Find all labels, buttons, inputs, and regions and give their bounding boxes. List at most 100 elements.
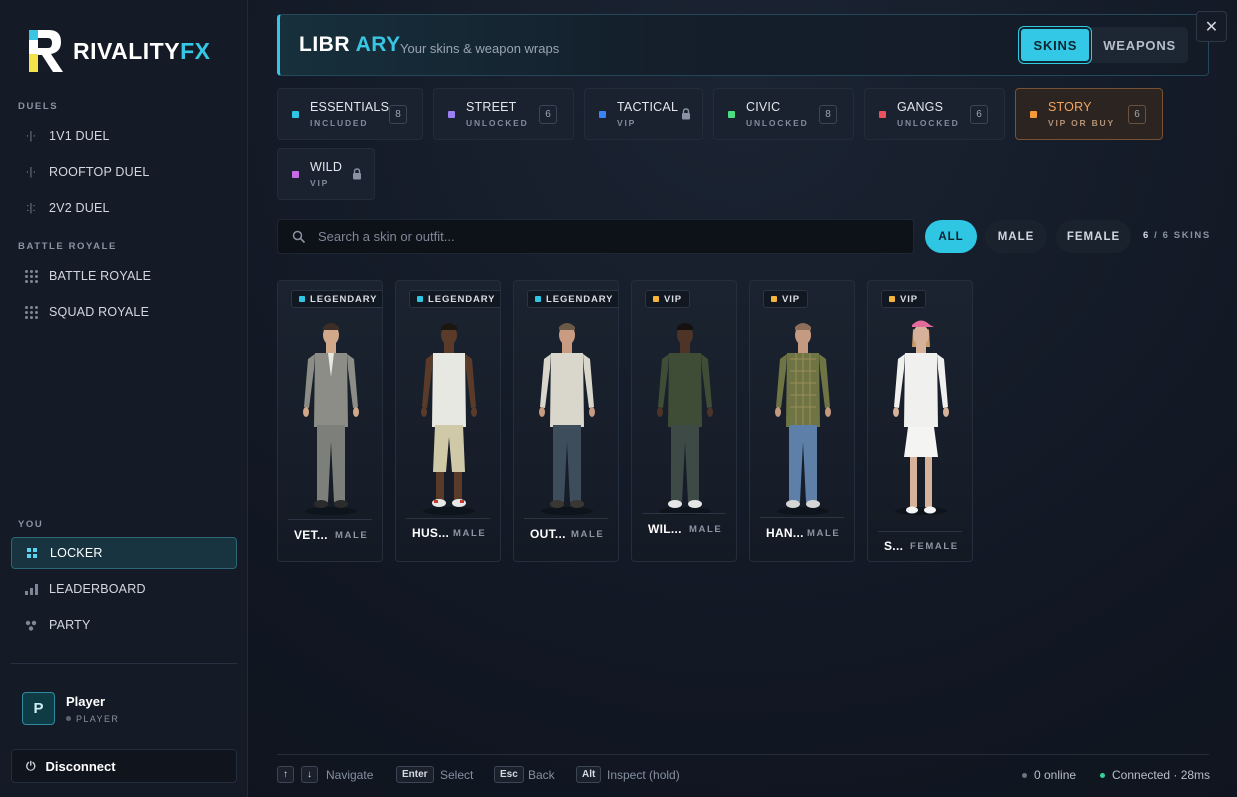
key-alt: Alt — [576, 766, 602, 783]
bar-chart-icon — [23, 582, 39, 596]
skin-figure-icon — [303, 323, 359, 515]
sidebar: RIVALITYFX DUELS ·|· 1V1 DUEL ·|· ROOFTO… — [0, 0, 248, 797]
skin-card[interactable]: VIP S... FEMALE — [867, 280, 973, 562]
sidebar-item-leaderboard[interactable]: LEADERBOARD — [11, 573, 237, 605]
sidebar-item-1v1-duel[interactable]: ·|· 1V1 DUEL — [11, 120, 237, 152]
tier-badge: LEGENDARY — [291, 290, 382, 308]
close-icon: ✕ — [1204, 18, 1219, 36]
close-button[interactable]: ✕ — [1196, 11, 1227, 42]
card-divider — [524, 518, 608, 519]
skin-figure-icon — [421, 323, 477, 515]
skin-card[interactable]: VIP WIL... MALE — [631, 280, 737, 562]
tier-badge: LEGENDARY — [527, 290, 618, 308]
card-divider — [878, 531, 962, 532]
grid-squares-icon — [24, 546, 40, 560]
sidebar-item-2v2-duel[interactable]: :|: 2V2 DUEL — [11, 192, 237, 224]
section-label-you: YOU — [18, 519, 44, 530]
online-status: 0 online — [1022, 768, 1076, 782]
tier-color-icon — [653, 296, 659, 302]
filter-male-button[interactable]: MALE — [985, 220, 1047, 253]
skin-figure-icon — [775, 323, 831, 515]
category-tactical[interactable]: TACTICAL VIP — [584, 88, 703, 140]
category-wild[interactable]: WILD VIP — [277, 148, 375, 200]
tier-color-icon — [299, 296, 305, 302]
tab-skins[interactable]: SKINS — [1019, 27, 1092, 63]
player-card: P Player PLAYER — [22, 692, 119, 725]
category-name: GANGS — [897, 100, 944, 114]
hint-select: Select — [440, 768, 474, 782]
status-dot-icon — [1100, 772, 1105, 778]
footer-divider — [277, 754, 1209, 755]
sidebar-item-rooftop-duel[interactable]: ·|· ROOFTOP DUEL — [11, 156, 237, 188]
card-divider — [642, 513, 726, 514]
logo-mark-icon — [29, 30, 63, 72]
skin-name: HUS... — [412, 526, 450, 540]
skin-card[interactable]: VIP HAN... MALE — [749, 280, 855, 562]
player-name: Player — [66, 693, 106, 709]
people-dots-icon — [23, 618, 39, 632]
sidebar-item-battle-royale[interactable]: BATTLE ROYALE — [11, 260, 237, 292]
grid-dots-icon — [23, 305, 39, 319]
category-status: UNLOCKED — [746, 118, 809, 128]
category-street[interactable]: STREET UNLOCKED 6 — [433, 88, 574, 140]
skin-card[interactable]: LEGENDARY OUT... MALE — [513, 280, 619, 562]
skin-name: OUT... — [530, 527, 566, 541]
disconnect-button[interactable]: ⏻ Disconnect — [11, 749, 237, 783]
search-icon — [292, 230, 306, 243]
brand-name: RIVALITYFX — [73, 37, 211, 64]
power-icon: ⏻ — [26, 758, 36, 773]
category-civic[interactable]: CIVIC UNLOCKED 8 — [713, 88, 854, 140]
skin-name: WIL... — [648, 522, 682, 536]
category-gangs[interactable]: GANGS UNLOCKED 6 — [864, 88, 1005, 140]
sidebar-divider — [11, 663, 237, 664]
category-count: 8 — [389, 105, 407, 124]
skin-gender: MALE — [689, 524, 723, 535]
category-essentials[interactable]: ESSENTIALS INCLUDED 8 — [277, 88, 423, 140]
search-bar — [277, 219, 914, 254]
section-label-duels: DUELS — [18, 101, 59, 112]
sidebar-item-label: PARTY — [49, 618, 91, 632]
category-story[interactable]: STORY VIP OR BUY 6 — [1015, 88, 1163, 140]
hint-navigate: Navigate — [326, 768, 374, 782]
disconnect-label: Disconnect — [45, 758, 116, 774]
category-color-icon — [599, 111, 606, 118]
duel-dots-icon: ·|· — [25, 130, 37, 142]
tier-color-icon — [889, 296, 895, 302]
brand-logo: RIVALITYFX — [27, 28, 210, 74]
section-label-battle-royale: BATTLE ROYALE — [18, 241, 117, 252]
skin-card[interactable]: LEGENDARY VET... MALE — [277, 280, 383, 562]
skin-gender: MALE — [335, 530, 369, 541]
library-tabs: SKINS WEAPONS — [1019, 27, 1188, 63]
filter-all-button[interactable]: ALL — [925, 220, 977, 253]
tier-badge: VIP — [763, 290, 809, 308]
tier-badge: VIP — [645, 290, 691, 308]
skin-gender: MALE — [453, 528, 487, 539]
key-esc: Esc — [494, 766, 524, 783]
skin-name: S... — [884, 539, 904, 553]
skin-figure-icon — [657, 323, 713, 515]
skin-gender: FEMALE — [910, 541, 959, 552]
search-input[interactable] — [318, 229, 878, 244]
category-status: VIP — [310, 178, 330, 188]
skin-name: HAN... — [766, 526, 804, 540]
category-count: 8 — [819, 105, 837, 124]
category-name: ESSENTIALS — [310, 100, 390, 114]
sidebar-item-party[interactable]: PARTY — [11, 609, 237, 641]
player-role: PLAYER — [66, 714, 119, 724]
sidebar-item-locker[interactable]: LOCKER — [11, 537, 237, 569]
category-status: UNLOCKED — [897, 118, 960, 128]
sidebar-item-squad-royale[interactable]: SQUAD ROYALE — [11, 296, 237, 328]
category-status: INCLUDED — [310, 118, 369, 128]
lock-icon — [353, 168, 361, 180]
team-dots-icon: :|: — [26, 202, 36, 214]
tab-weapons[interactable]: WEAPONS — [1091, 27, 1188, 63]
hint-inspect: Inspect (hold) — [607, 768, 680, 782]
card-divider — [288, 519, 372, 520]
category-color-icon — [1030, 111, 1037, 118]
key-enter: Enter — [396, 766, 434, 783]
filter-female-button[interactable]: FEMALE — [1056, 220, 1131, 253]
skin-figure-icon — [539, 323, 595, 515]
skin-card[interactable]: LEGENDARY HUS... MALE — [395, 280, 501, 562]
page-title: LIBR ARY — [299, 33, 401, 56]
category-count: 6 — [970, 105, 988, 124]
